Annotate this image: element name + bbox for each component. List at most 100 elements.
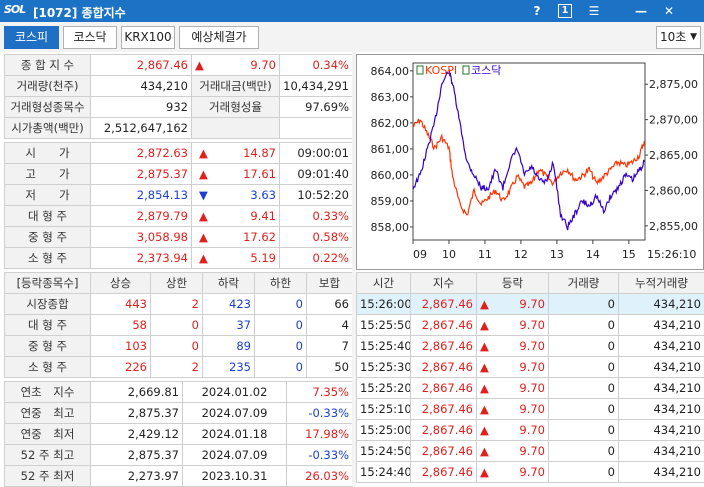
- ohlc-row: 대 형 주2,879.79▲9.410.33%: [5, 206, 353, 227]
- tick-row[interactable]: 15:25:302,867.46▲9.700434,210: [357, 357, 704, 378]
- ohlc-label: 시 가: [5, 143, 91, 164]
- ohlc-value: 2,879.79: [91, 206, 192, 227]
- tick-row[interactable]: 15:24:502,867.46▲9.700434,210: [357, 441, 704, 462]
- marketcap-label: 시가총액(백만): [5, 118, 91, 139]
- tick-table: 시간지수등락거래량누적거래량15:26:002,867.46▲9.700434,…: [356, 272, 704, 483]
- menu-icon[interactable]: ☰: [585, 2, 603, 20]
- yearly-label: 연초 지수: [5, 382, 91, 403]
- tab-kosdaq[interactable]: 코스닥: [63, 26, 117, 49]
- tick-cum-volume: 434,210: [619, 420, 704, 441]
- up-arrow-icon: ▲: [480, 339, 489, 353]
- ohlc-row: 중 형 주3,058.98▲17.620.58%: [5, 227, 353, 248]
- up-arrow-icon: ▲: [480, 423, 489, 437]
- breadth-cell: 0: [255, 336, 307, 357]
- breadth-header-cell: 하한: [255, 273, 307, 294]
- tick-volume: 0: [549, 441, 619, 462]
- legend-kosdaq-icon: [463, 66, 469, 74]
- yearly-row: 연초 지수2,669.812024.01.027.35%: [5, 382, 353, 403]
- tick-row[interactable]: 15:26:002,867.46▲9.700434,210: [357, 294, 704, 315]
- breadth-row: 중 형 주10308907: [5, 336, 353, 357]
- breadth-cell: 소 형 주: [5, 357, 91, 378]
- up-arrow-icon: ▲: [195, 230, 208, 244]
- interval-select[interactable]: 10초▼: [656, 26, 701, 49]
- breadth-cell: 중 형 주: [5, 336, 91, 357]
- tick-row[interactable]: 15:25:402,867.46▲9.700434,210: [357, 336, 704, 357]
- tick-change: ▲9.70: [477, 462, 549, 483]
- tick-header-cell: 누적거래량: [619, 273, 704, 294]
- yearly-row: 52 주 최고2,875.372024.07.09-0.33%: [5, 445, 353, 466]
- tick-change-value: 9.70: [519, 465, 545, 479]
- legend-kosdaq-label: 코스닥: [471, 64, 501, 77]
- chart-svg: 864,00863,00862,00861,00860,00859,00858,…: [357, 55, 703, 269]
- yearly-date: 2023.10.31: [183, 466, 287, 487]
- tick-change: ▲9.70: [477, 294, 549, 315]
- tick-volume: 0: [549, 420, 619, 441]
- close-button[interactable]: ✕: [660, 2, 678, 20]
- right-tick-label: 2,860,00: [649, 184, 698, 197]
- legend-kospi-icon: [417, 66, 423, 74]
- tick-header-cell: 시간: [357, 273, 411, 294]
- breadth-cell: 2: [151, 294, 203, 315]
- ohlc-change: ▲17.62: [192, 227, 280, 248]
- breadth-header-cell: [등락종목수]: [5, 273, 91, 294]
- ohlc-row: 시 가2,872.63▲14.8709:00:01: [5, 143, 353, 164]
- yearly-value: 2,669.81: [91, 382, 183, 403]
- breadth-header: [등락종목수]상승상한하락하한보합: [5, 273, 353, 294]
- tick-change: ▲9.70: [477, 357, 549, 378]
- x-tick-label: 13: [550, 248, 564, 261]
- tick-cum-volume: 434,210: [619, 462, 704, 483]
- ohlc-extra: 0.33%: [280, 206, 353, 227]
- yearly-value: 2,273.97: [91, 466, 183, 487]
- tab-kospi[interactable]: 코스피: [4, 26, 59, 49]
- tick-row[interactable]: 15:24:402,867.46▲9.700434,210: [357, 462, 704, 483]
- tick-time: 15:25:30: [357, 357, 411, 378]
- tab-expected-price[interactable]: 예상체결가: [179, 26, 259, 49]
- summary-row-volume: 거래량(천주) 434,210 거래대금(백만) 10,434,291: [5, 76, 353, 97]
- tick-change-value: 9.70: [519, 381, 545, 395]
- breadth-cell: 시장종합: [5, 294, 91, 315]
- up-arrow-icon: ▲: [480, 381, 489, 395]
- tick-change: ▲ 9.70: [477, 378, 549, 399]
- x-tick-label: 10: [442, 248, 456, 261]
- volume-label: 거래량(천주): [5, 76, 91, 97]
- tick-row[interactable]: 15:25:502,867.46▲9.700434,210: [357, 315, 704, 336]
- amount-label: 거래대금(백만): [192, 76, 280, 97]
- interval-value: 10초: [660, 30, 686, 44]
- down-arrow-icon: ▼: [195, 188, 208, 202]
- amount-value: 10,434,291: [280, 76, 353, 97]
- tick-change: ▲9.70: [477, 399, 549, 420]
- tick-cum-volume: 434,210: [619, 315, 704, 336]
- breadth-cell: 4: [307, 315, 353, 336]
- yearly-date: 2024.01.18: [183, 424, 287, 445]
- tab-krx100[interactable]: KRX100: [121, 26, 175, 49]
- yearly-date: 2024.01.02: [183, 382, 287, 403]
- x-tick-label: 09: [413, 248, 427, 261]
- breadth-cell: 0: [151, 336, 203, 357]
- formed-count-label: 거래형성종목수: [5, 97, 91, 118]
- left-tick-label: 864,00: [371, 65, 410, 78]
- summary-row-marketcap: 시가총액(백만) 2,512,647,162: [5, 118, 353, 139]
- legend-kospi-label: KOSPI: [425, 64, 457, 77]
- tick-change-value: 9.70: [519, 402, 545, 416]
- ohlc-extra: 09:01:40: [280, 164, 353, 185]
- left-tick-label: 862,00: [371, 117, 410, 130]
- breadth-cell: 대 형 주: [5, 315, 91, 336]
- tick-volume: 0: [549, 315, 619, 336]
- window-number-button[interactable]: 1: [558, 4, 572, 18]
- minimize-button[interactable]: —: [632, 2, 650, 20]
- tick-row[interactable]: 15:25:102,867.46▲9.700434,210: [357, 399, 704, 420]
- tick-row[interactable]: 15:25:002,867.46▲9.700434,210: [357, 420, 704, 441]
- tick-row[interactable]: 15:25:202,867.46▲9.700434,210: [357, 378, 704, 399]
- help-button[interactable]: ?: [528, 2, 546, 20]
- tick-cum-volume: 434,210: [619, 357, 704, 378]
- index-label: 종 합 지 수: [5, 55, 91, 76]
- ohlc-row: 소 형 주2,373.94▲5.190.22%: [5, 248, 353, 269]
- index-value: 2,867.46: [91, 55, 192, 76]
- yearly-pct: 17.98%: [287, 424, 353, 445]
- up-arrow-icon: ▲: [195, 58, 204, 72]
- ohlc-value: 2,872.63: [91, 143, 192, 164]
- ohlc-change-value: 14.87: [243, 146, 276, 160]
- breadth-cell: 50: [307, 357, 353, 378]
- breadth-row: 시장종합4432423066: [5, 294, 353, 315]
- tick-change-value: 9.70: [519, 318, 545, 332]
